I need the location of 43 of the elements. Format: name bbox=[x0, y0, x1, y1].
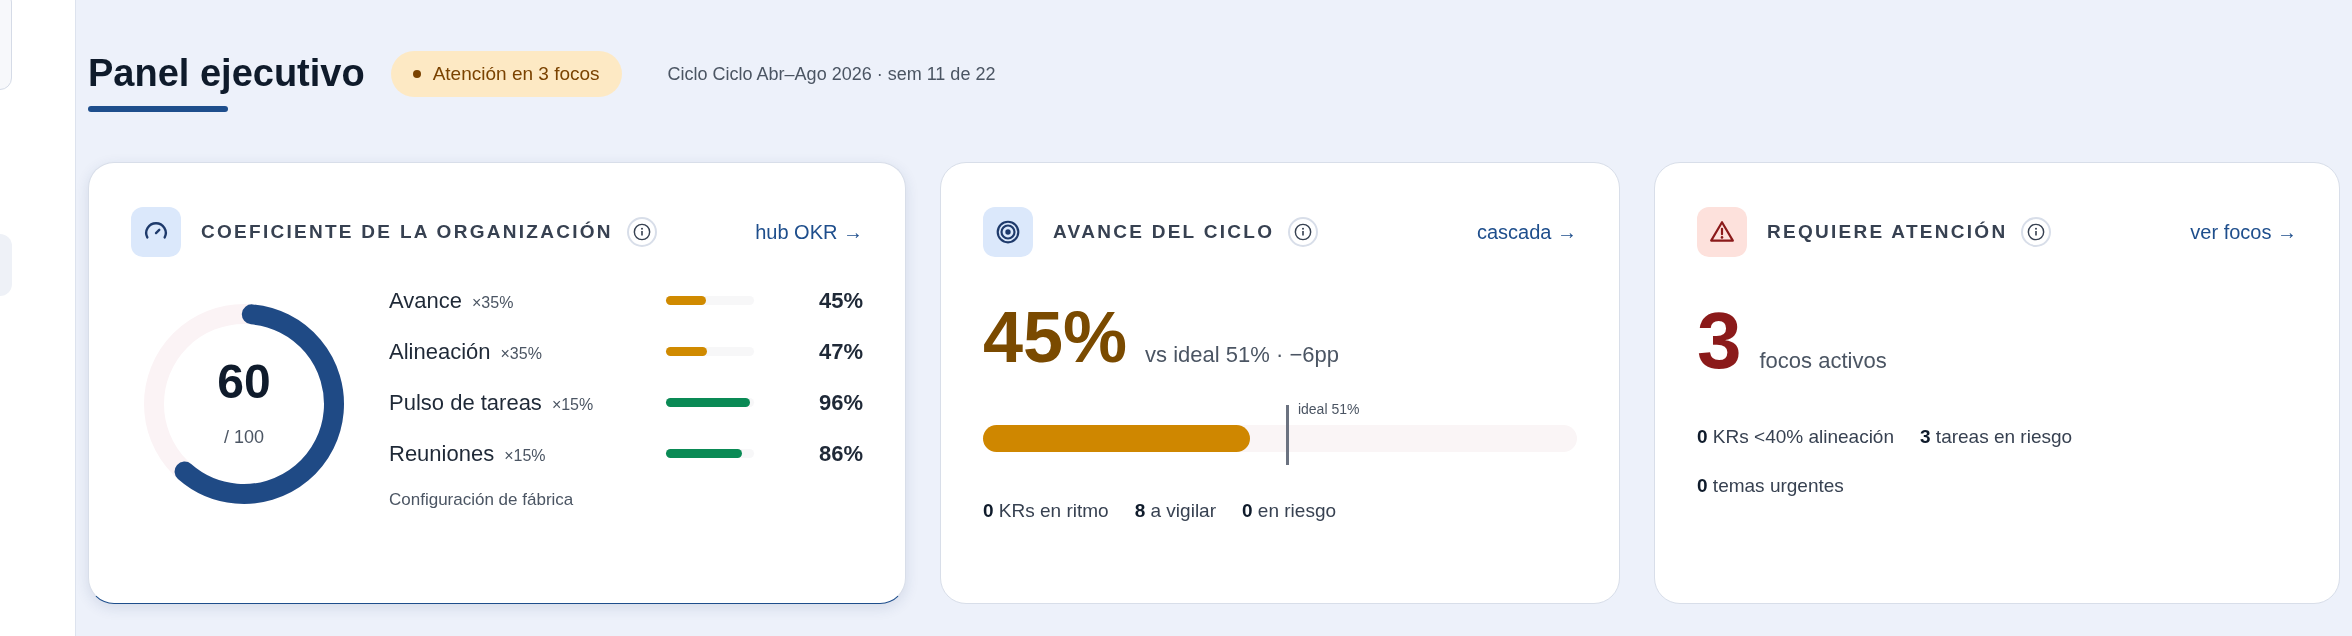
component-value: 45% bbox=[818, 287, 863, 315]
component-weight: ×35% bbox=[500, 344, 542, 364]
component-weight: ×15% bbox=[551, 395, 594, 415]
stat-text: 0 KRs <40% alineación bbox=[1697, 425, 1894, 449]
component-value: 86% bbox=[818, 440, 863, 468]
component-name: Avance bbox=[389, 287, 462, 315]
component-name: Reuniones bbox=[389, 440, 495, 468]
comparison-text: focos activos bbox=[1759, 347, 1887, 375]
component-value: 96% bbox=[818, 389, 863, 417]
score-max: / 100 bbox=[223, 425, 264, 449]
component-weight: ×15% bbox=[504, 446, 546, 466]
info-icon bbox=[2027, 223, 2046, 241]
big-value: 3 bbox=[1697, 301, 1742, 381]
info-button[interactable] bbox=[2021, 217, 2052, 247]
card-title: COEFICIENTE DE LA ORGANIZACIÓN bbox=[201, 219, 613, 244]
stat-text: 0 KRs en ritmo bbox=[983, 499, 1109, 523]
score-value: 60 bbox=[217, 357, 271, 406]
component-name: Alineación bbox=[389, 338, 491, 366]
big-value: 45% bbox=[983, 301, 1128, 373]
card-title: REQUIERE ATENCIÓN bbox=[1767, 219, 2008, 244]
status-badge: Atención en 3 focos bbox=[390, 51, 622, 97]
component-value: 47% bbox=[818, 338, 863, 366]
warning-icon bbox=[1709, 219, 1735, 245]
stat-text: 0 en riesgo bbox=[1242, 499, 1337, 523]
page-title: Panel ejecutivo bbox=[88, 51, 365, 97]
stat-text: 3 tareas en riesgo bbox=[1920, 425, 2073, 449]
footnote: Configuración de fábrica bbox=[389, 489, 575, 511]
info-icon bbox=[632, 223, 651, 241]
info-button[interactable] bbox=[1288, 217, 1319, 247]
stat-text: 0 temas urgentes bbox=[1697, 473, 1844, 498]
comparison-text: vs ideal 51% · −6pp bbox=[1145, 341, 1339, 369]
target-icon bbox=[995, 219, 1021, 245]
component-name: Pulso de tareas bbox=[389, 389, 542, 417]
info-button[interactable] bbox=[626, 217, 657, 247]
card-link[interactable]: cascada → bbox=[1476, 217, 1577, 247]
card-title: AVANCE DEL CICLO bbox=[1053, 219, 1275, 244]
info-icon bbox=[1294, 223, 1313, 241]
marker-label: ideal 51% bbox=[1297, 400, 1360, 419]
card-link[interactable]: ver focos → bbox=[2190, 217, 2297, 247]
component-weight: ×35% bbox=[472, 293, 514, 313]
card-link[interactable]: hub OKR → bbox=[755, 217, 863, 247]
cycle-info: Ciclo Ciclo Abr–Ago 2026 · sem 11 de 22 bbox=[667, 62, 996, 86]
stat-text: 8 a vigilar bbox=[1134, 499, 1216, 523]
